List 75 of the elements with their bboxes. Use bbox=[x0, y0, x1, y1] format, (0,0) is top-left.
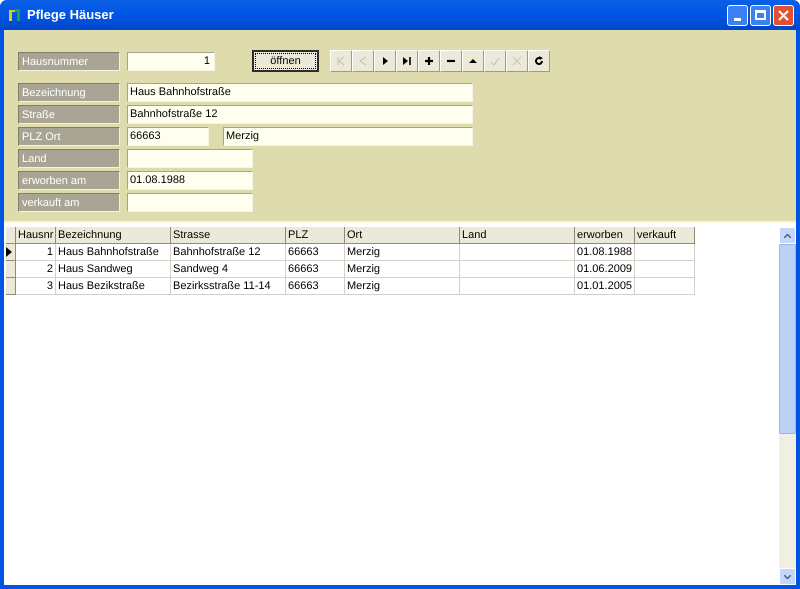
text-field[interactable]: 01.08.1988 bbox=[127, 171, 253, 190]
maximize-button[interactable] bbox=[750, 4, 771, 26]
column-header[interactable]: Land bbox=[460, 227, 575, 244]
column-header[interactable]: Hausnr bbox=[16, 227, 56, 244]
column-header[interactable]: Bezeichnung bbox=[56, 227, 171, 244]
last-record-icon bbox=[402, 56, 412, 66]
close-button[interactable] bbox=[773, 4, 794, 26]
table-cell bbox=[635, 244, 695, 261]
scroll-up-button[interactable] bbox=[779, 227, 796, 244]
field-label: Land bbox=[18, 149, 120, 168]
column-header[interactable]: erworben bbox=[575, 227, 635, 244]
play-icon bbox=[380, 56, 390, 66]
table-cell: Haus Bezikstraße bbox=[56, 278, 171, 295]
cross-icon bbox=[512, 56, 522, 66]
table-cell: Merzig bbox=[345, 261, 460, 278]
navigator-button[interactable] bbox=[462, 50, 484, 72]
table-cell: 66663 bbox=[286, 261, 345, 278]
row-indicator[interactable] bbox=[6, 244, 16, 261]
current-row-icon bbox=[6, 247, 12, 257]
table-cell: 01.01.2005 bbox=[575, 278, 635, 295]
vertical-scrollbar[interactable] bbox=[779, 227, 796, 585]
up-triangle-icon bbox=[468, 56, 478, 66]
table-cell: 01.08.1988 bbox=[575, 244, 635, 261]
close-icon bbox=[778, 10, 789, 20]
app-icon bbox=[6, 7, 22, 23]
checkmark-icon bbox=[490, 56, 500, 66]
navigator-button[interactable] bbox=[528, 50, 550, 72]
table-cell: Haus Bahnhofstraße bbox=[56, 244, 171, 261]
header-cell bbox=[6, 227, 16, 244]
table-cell: 66663 bbox=[286, 244, 345, 261]
text-field[interactable]: Haus Bahnhofstraße bbox=[127, 83, 473, 102]
text-field[interactable] bbox=[127, 149, 253, 168]
first-record-icon bbox=[336, 56, 346, 66]
field-label: Hausnummer bbox=[18, 52, 120, 70]
window-title: Pflege Häuser bbox=[27, 6, 114, 24]
table-cell bbox=[635, 278, 695, 295]
navigator-button[interactable] bbox=[396, 50, 418, 72]
caret-down-icon bbox=[784, 574, 791, 578]
caret-up-icon bbox=[784, 234, 791, 238]
field-label: PLZ Ort bbox=[18, 127, 120, 146]
navigator-button[interactable] bbox=[440, 50, 462, 72]
text-field[interactable] bbox=[127, 193, 253, 212]
table-cell: 2 bbox=[16, 261, 56, 278]
open-button[interactable]: öffnen bbox=[252, 50, 319, 72]
minimize-button[interactable] bbox=[727, 4, 748, 26]
table-cell: 01.06.2009 bbox=[575, 261, 635, 278]
refresh-icon bbox=[534, 56, 544, 66]
table-cell: Bahnhofstraße 12 bbox=[171, 244, 286, 261]
table-cell bbox=[635, 261, 695, 278]
navigator-button[interactable] bbox=[374, 50, 396, 72]
column-header[interactable]: verkauft bbox=[635, 227, 695, 244]
column-header[interactable]: PLZ bbox=[286, 227, 345, 244]
plus-icon bbox=[424, 56, 434, 66]
table-cell: Merzig bbox=[345, 244, 460, 261]
table-cell: Haus Sandweg bbox=[56, 261, 171, 278]
text-field[interactable]: 1 bbox=[127, 52, 215, 70]
text-field[interactable]: 66663 bbox=[127, 127, 209, 146]
scroll-down-button[interactable] bbox=[779, 568, 796, 585]
field-label: erworben am bbox=[18, 171, 120, 190]
field-label: verkauft am bbox=[18, 193, 120, 212]
field-label: Straße bbox=[18, 105, 120, 124]
column-header[interactable]: Ort bbox=[345, 227, 460, 244]
navigator-button[interactable] bbox=[418, 50, 440, 72]
text-field[interactable]: Bahnhofstraße 12 bbox=[127, 105, 473, 124]
table-cell: 66663 bbox=[286, 278, 345, 295]
table-cell: 3 bbox=[16, 278, 56, 295]
table-cell: Merzig bbox=[345, 278, 460, 295]
table-cell: Bezirksstraße 11-14 bbox=[171, 278, 286, 295]
table-cell: Sandweg 4 bbox=[171, 261, 286, 278]
column-header[interactable]: Strasse bbox=[171, 227, 286, 244]
previous-record-icon bbox=[358, 56, 368, 66]
table-cell: 1 bbox=[16, 244, 56, 261]
field-label: Bezeichnung bbox=[18, 83, 120, 102]
scroll-thumb[interactable] bbox=[779, 244, 796, 434]
text-field[interactable]: Merzig bbox=[223, 127, 473, 146]
